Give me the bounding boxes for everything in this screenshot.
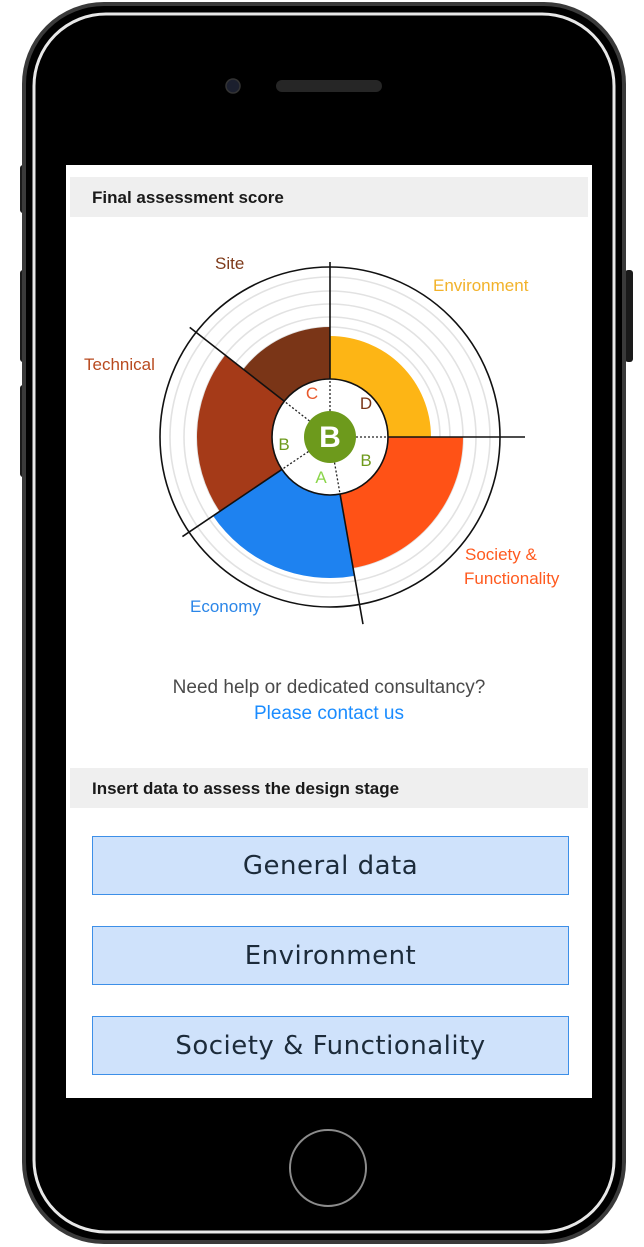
category-label-technical: Technical [84,355,155,374]
environment-button[interactable]: Environment [92,926,569,985]
grade-label-technical: B [278,435,289,454]
category-label-environment: Environment [433,276,529,295]
category-label-economy: Economy [190,597,261,616]
category-label-society-: Society & [465,545,537,564]
category-label-site: Site [215,254,244,273]
contact-us-link[interactable]: Please contact us [66,703,592,725]
app-screen: Final assessment score B D B A B C Environment… [66,165,592,1098]
grade-label-society-: B [360,451,371,470]
overall-grade: B [319,421,341,454]
assessment-chart: BDBABCEnvironmentSociety &FunctionalityE… [84,254,560,625]
grade-label-site: C [306,384,318,403]
help-text: Need help or dedicated consultancy? [172,677,486,698]
grade-label-economy: A [315,468,327,487]
final-score-header: Final assessment score [70,177,588,217]
final-score-title: Final assessment score [92,188,284,207]
general-data-button[interactable]: General data [92,836,569,895]
design-stage-title: Insert data to assess the design stage [92,779,400,798]
society-functionality-button[interactable]: Society & Functionality [92,1016,569,1075]
grade-label-environment: D [360,394,372,413]
category-label-functionality: Functionality [464,569,560,588]
design-stage-header: Insert data to assess the design stage [70,768,588,808]
